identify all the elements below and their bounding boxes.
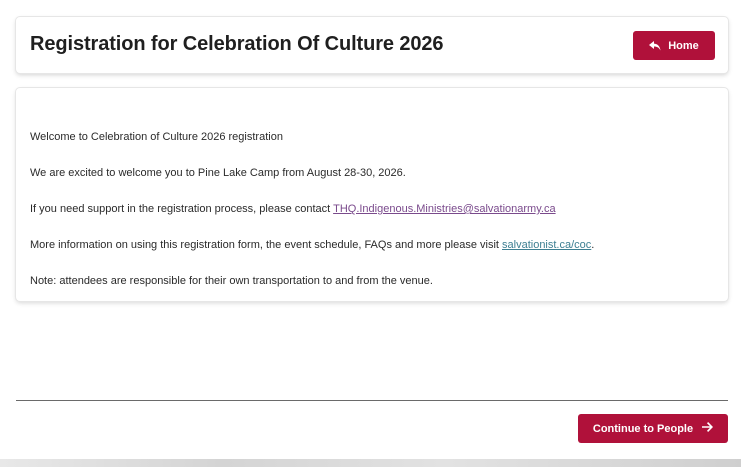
support-text: If you need support in the registration … — [30, 202, 556, 216]
welcome-text: Welcome to Celebration of Culture 2026 r… — [30, 131, 283, 143]
support-email-link[interactable]: THQ.Indigenous.Ministries@salvationarmy.… — [333, 203, 556, 215]
header-card: Registration for Celebration Of Culture … — [16, 17, 728, 73]
content-card: Welcome to Celebration of Culture 2026 r… — [16, 88, 728, 301]
info-suffix: . — [591, 239, 595, 251]
page-title: Registration for Celebration Of Culture … — [30, 33, 444, 55]
registration-page: Registration for Celebration Of Culture … — [0, 0, 741, 467]
support-prefix: If you need support in the registration … — [30, 203, 334, 215]
bottom-edge-strip — [0, 459, 741, 467]
continue-button-label: Continue to People — [592, 422, 694, 435]
info-text: More information on using this registrat… — [30, 238, 594, 252]
arrow-right-icon — [702, 422, 714, 435]
footer-divider — [16, 400, 728, 401]
reply-arrow-icon — [649, 40, 661, 51]
home-button[interactable]: Home — [633, 31, 715, 60]
info-prefix: More information on using this registrat… — [30, 239, 503, 251]
info-site-link[interactable]: salvationist.ca/coc — [502, 239, 591, 251]
continue-to-people-button[interactable]: Continue to People — [578, 414, 728, 443]
excited-text: We are excited to welcome you to Pine La… — [30, 167, 406, 179]
note-text: Note: attendees are responsible for thei… — [30, 275, 433, 287]
home-button-label: Home — [668, 39, 699, 52]
